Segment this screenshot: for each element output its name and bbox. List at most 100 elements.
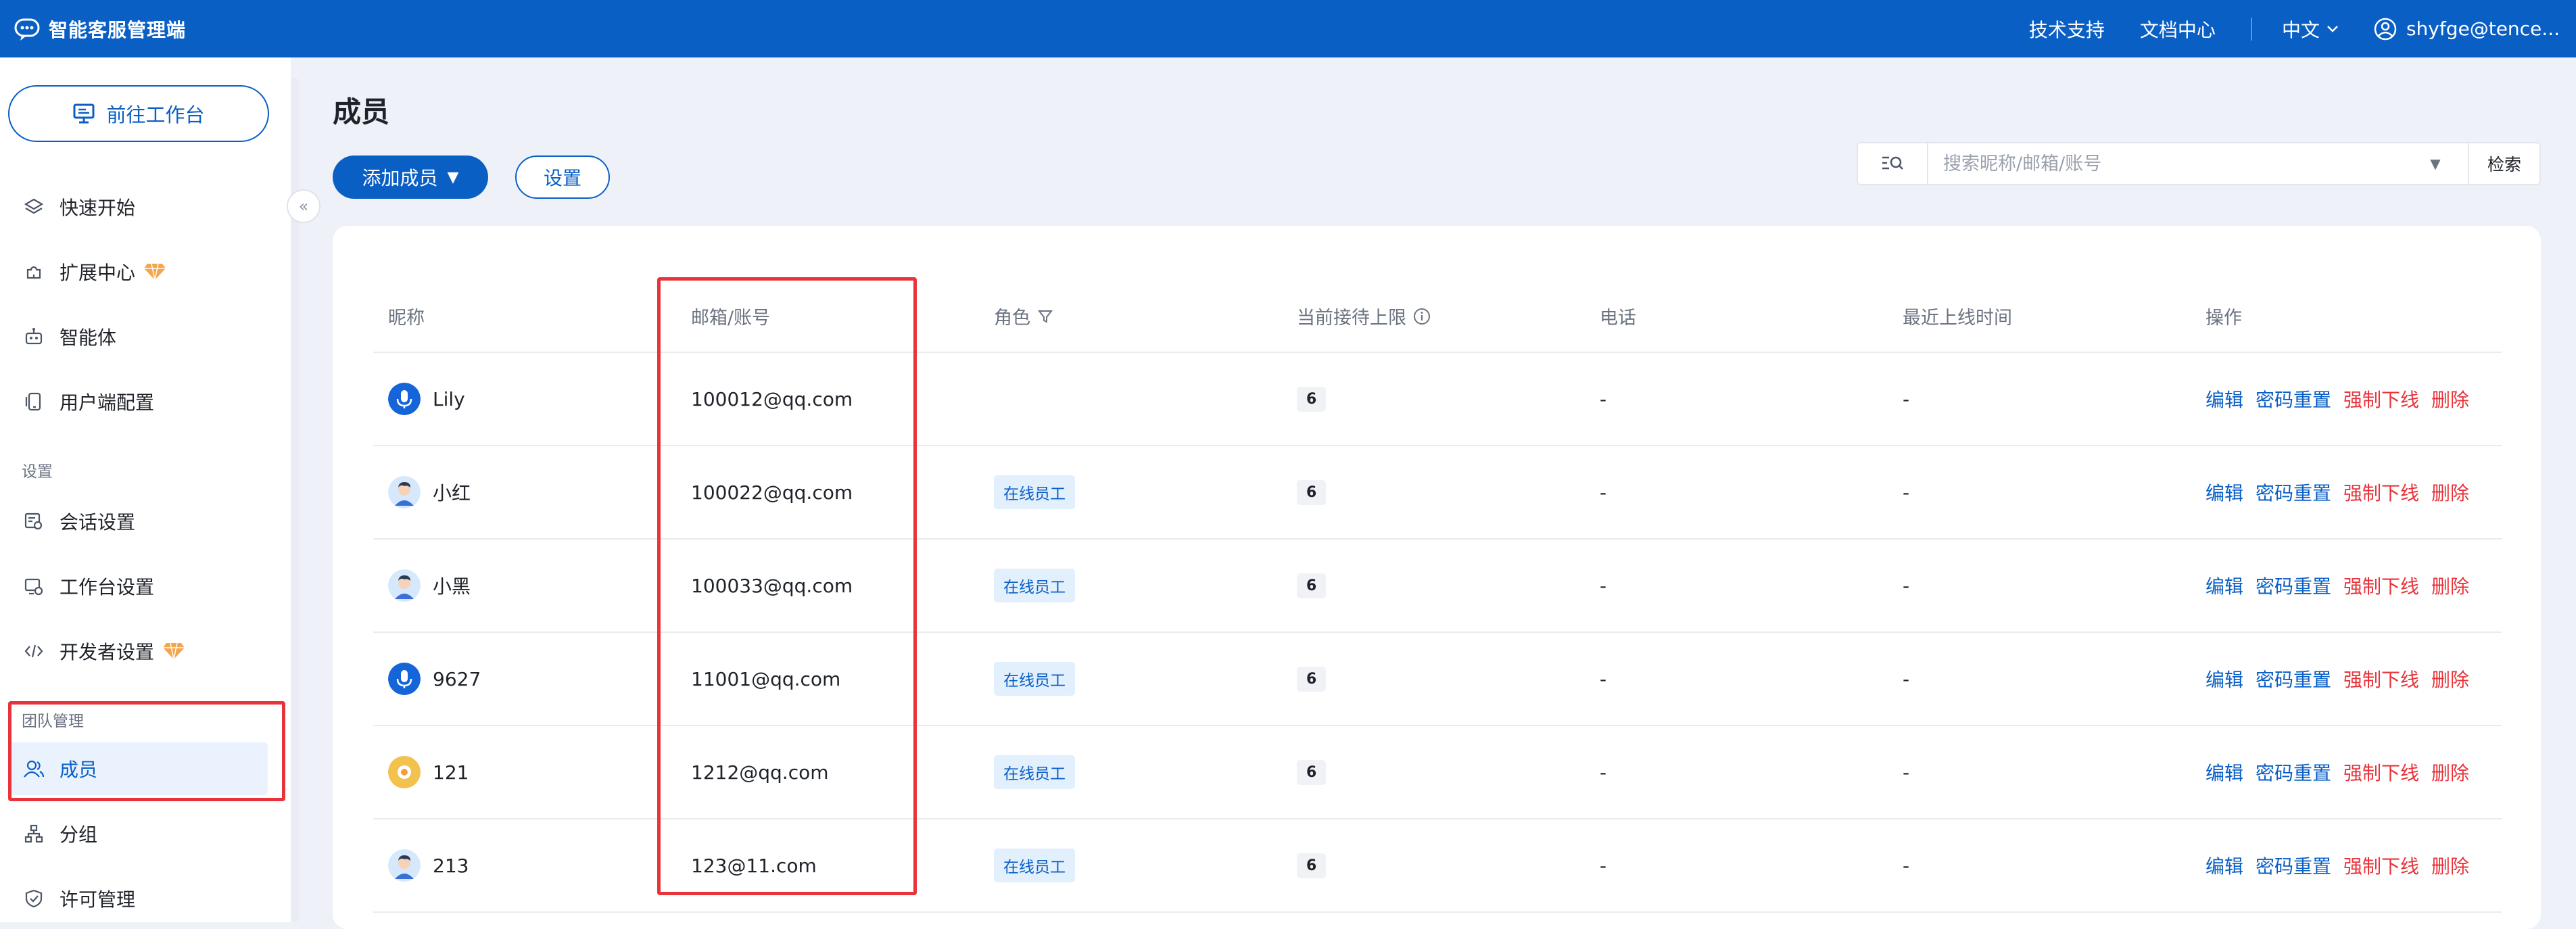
support-link[interactable]: 技术支持 bbox=[2029, 16, 2105, 43]
cell-phone: - bbox=[1600, 726, 1606, 818]
sidebar-item-label: 开发者设置 bbox=[59, 641, 155, 663]
force-offline-link[interactable]: 强制下线 bbox=[2343, 759, 2419, 786]
edit-link[interactable]: 编辑 bbox=[2205, 852, 2243, 879]
info-icon[interactable] bbox=[1413, 308, 1431, 325]
delete-link[interactable]: 删除 bbox=[2431, 572, 2469, 599]
nickname-text: Lily bbox=[433, 387, 465, 410]
cell-phone: - bbox=[1600, 633, 1606, 725]
avatar bbox=[388, 756, 421, 788]
cell-role: 在线员工 bbox=[994, 819, 1075, 911]
search-button[interactable]: 检索 bbox=[2468, 143, 2539, 184]
filter-search-icon[interactable] bbox=[1858, 143, 1928, 184]
collapse-sidebar-button[interactable]: « bbox=[287, 189, 320, 223]
caret-down-icon: ▼ bbox=[447, 168, 459, 186]
caret-down-icon[interactable]: ▼ bbox=[2422, 156, 2449, 172]
cell-last-online: - bbox=[1903, 446, 1909, 538]
add-member-button[interactable]: 添加成员 ▼ bbox=[333, 156, 488, 199]
reset-password-link[interactable]: 密码重置 bbox=[2256, 385, 2331, 412]
cell-actions: 编辑 密码重置 强制下线 删除 bbox=[2205, 819, 2481, 911]
delete-link[interactable]: 删除 bbox=[2431, 665, 2469, 692]
edit-link[interactable]: 编辑 bbox=[2205, 759, 2243, 786]
cell-limit: 6 bbox=[1297, 726, 1327, 818]
sidebar-item-developer-settings[interactable]: 开发者设置 bbox=[8, 625, 268, 677]
phone-text: - bbox=[1600, 854, 1607, 877]
cell-nickname: Lily bbox=[388, 353, 465, 445]
limit-badge: 6 bbox=[1297, 386, 1327, 412]
cell-actions: 编辑 密码重置 强制下线 删除 bbox=[2205, 726, 2481, 818]
reset-password-link[interactable]: 密码重置 bbox=[2256, 479, 2331, 506]
hierarchy-icon bbox=[22, 821, 46, 846]
goto-workbench-button[interactable]: 前往工作台 bbox=[8, 85, 269, 142]
settings-label: 设置 bbox=[543, 167, 581, 189]
double-chevron-left-icon: « bbox=[298, 197, 309, 216]
reset-password-link[interactable]: 密码重置 bbox=[2256, 852, 2331, 879]
sidebar-item-client-config[interactable]: 用户端配置 bbox=[8, 375, 268, 428]
cell-nickname: 213 bbox=[388, 819, 469, 911]
cell-role: 在线员工 bbox=[994, 726, 1075, 818]
sidebar-item-license[interactable]: 许可管理 bbox=[8, 872, 268, 925]
add-member-label: 添加成员 bbox=[362, 167, 438, 189]
limit-badge: 6 bbox=[1297, 853, 1327, 878]
delete-link[interactable]: 删除 bbox=[2431, 759, 2469, 786]
avatar bbox=[388, 849, 421, 882]
user-menu[interactable]: shyfge@tence... bbox=[2374, 18, 2560, 41]
cell-nickname: 小黑 bbox=[388, 540, 471, 632]
edit-link[interactable]: 编辑 bbox=[2205, 665, 2243, 692]
cell-role: 在线员工 bbox=[994, 446, 1075, 538]
column-header-limit: 当前接待上限 bbox=[1297, 303, 1431, 329]
cell-limit: 6 bbox=[1297, 819, 1327, 911]
delete-link[interactable]: 删除 bbox=[2431, 852, 2469, 879]
edit-link[interactable]: 编辑 bbox=[2205, 572, 2243, 599]
delete-link[interactable]: 删除 bbox=[2431, 385, 2469, 412]
cell-last-online: - bbox=[1903, 633, 1909, 725]
edit-link[interactable]: 编辑 bbox=[2205, 385, 2243, 412]
column-header-limit-label: 当前接待上限 bbox=[1297, 308, 1406, 329]
search-input[interactable] bbox=[1928, 144, 2422, 183]
cell-phone: - bbox=[1600, 353, 1606, 445]
puzzle-icon bbox=[22, 260, 46, 284]
reset-password-link[interactable]: 密码重置 bbox=[2256, 759, 2331, 786]
force-offline-link[interactable]: 强制下线 bbox=[2343, 385, 2419, 412]
settings-button[interactable]: 设置 bbox=[515, 156, 610, 199]
force-offline-link[interactable]: 强制下线 bbox=[2343, 479, 2419, 506]
nickname-text: 小红 bbox=[433, 482, 471, 504]
last-online-text: - bbox=[1903, 481, 1910, 504]
limit-badge: 6 bbox=[1297, 759, 1327, 785]
delete-link[interactable]: 删除 bbox=[2431, 479, 2469, 506]
column-header-role[interactable]: 角色 bbox=[994, 303, 1053, 329]
last-online-text: - bbox=[1903, 387, 1910, 410]
force-offline-link[interactable]: 强制下线 bbox=[2343, 572, 2419, 599]
docs-link[interactable]: 文档中心 bbox=[2140, 16, 2216, 43]
diamond-badge-icon bbox=[163, 642, 185, 660]
sidebar-item-label: 会话设置 bbox=[59, 511, 136, 533]
phone-text: - bbox=[1600, 574, 1607, 597]
sidebar-item-label: 工作台设置 bbox=[59, 576, 155, 598]
role-tag: 在线员工 bbox=[994, 755, 1075, 789]
force-offline-link[interactable]: 强制下线 bbox=[2343, 852, 2419, 879]
sidebar-item-label: 用户端配置 bbox=[59, 391, 155, 414]
reset-password-link[interactable]: 密码重置 bbox=[2256, 665, 2331, 692]
role-tag: 在线员工 bbox=[994, 475, 1075, 509]
sidebar-item-extensions[interactable]: 扩展中心 bbox=[8, 245, 268, 298]
language-selector[interactable]: 中文 bbox=[2282, 16, 2339, 43]
phone-text: - bbox=[1600, 761, 1607, 784]
search-bar: ▼ 检索 bbox=[1857, 142, 2541, 185]
sidebar-item-workbench-settings[interactable]: 工作台设置 bbox=[8, 560, 268, 613]
limit-badge: 6 bbox=[1297, 479, 1327, 505]
sidebar-item-session-settings[interactable]: 会话设置 bbox=[8, 495, 268, 548]
role-tag: 在线员工 bbox=[994, 849, 1075, 882]
brand[interactable]: 智能客服管理端 bbox=[14, 16, 186, 43]
sidebar-item-quick-start[interactable]: 快速开始 bbox=[8, 181, 268, 233]
page-title: 成员 bbox=[333, 95, 390, 128]
nickname-text: 9627 bbox=[433, 667, 481, 690]
edit-link[interactable]: 编辑 bbox=[2205, 479, 2243, 506]
sidebar-item-agent[interactable]: 智能体 bbox=[8, 310, 268, 363]
cell-phone: - bbox=[1600, 540, 1606, 632]
reset-password-link[interactable]: 密码重置 bbox=[2256, 572, 2331, 599]
sidebar-item-groups[interactable]: 分组 bbox=[8, 807, 268, 860]
divider bbox=[2250, 17, 2252, 41]
chat-settings-icon bbox=[22, 509, 46, 533]
cell-role: 在线员工 bbox=[994, 633, 1075, 725]
cell-nickname: 小红 bbox=[388, 446, 471, 538]
force-offline-link[interactable]: 强制下线 bbox=[2343, 665, 2419, 692]
